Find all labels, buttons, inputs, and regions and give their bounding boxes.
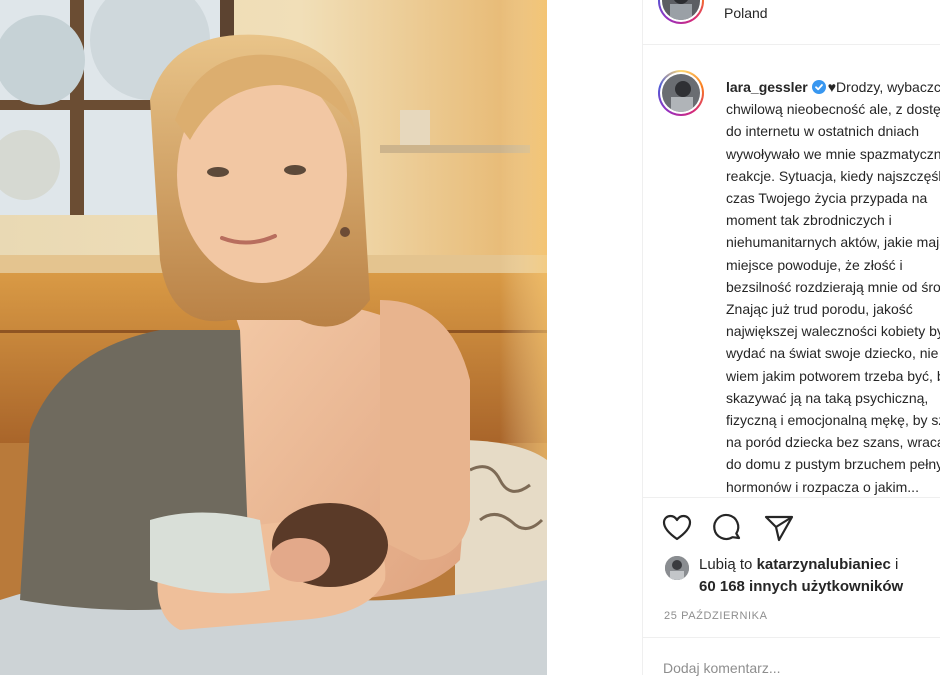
- caption-text-line: ♥Drodzy, wybaczcie: [827, 79, 940, 95]
- share-button[interactable]: [763, 512, 795, 544]
- caption-text-line: hormonów i rozpacza o jakim...: [726, 478, 919, 495]
- comment-icon: [713, 513, 741, 541]
- caption-text-line: moment tak zbrodniczych i: [726, 212, 892, 229]
- caption-text-line: bezsilność rozdzierają mnie od środka.: [726, 278, 940, 295]
- comment-button[interactable]: [712, 512, 744, 544]
- liker-username[interactable]: katarzynalubianiec: [757, 556, 891, 573]
- post-sidebar: Poland lara_gessler ♥Drodzy, wybaczcie ch…: [642, 0, 940, 676]
- likes-count-link[interactable]: 60 168 innych użytkowników: [699, 578, 903, 595]
- share-icon: [764, 515, 794, 542]
- divider: [643, 637, 940, 638]
- post-date[interactable]: 25 PAŹDZIERNIKA: [664, 610, 768, 622]
- like-button[interactable]: [661, 512, 693, 544]
- caption-text-line: Znając już trud porodu, jakość: [726, 301, 913, 318]
- caption-text-line: do domu z pustym brzuchem pełnym: [726, 456, 940, 473]
- divider: [643, 497, 940, 498]
- caption-text-line: skazywać ją na taką psychiczną,: [726, 389, 929, 406]
- photo-gap: [547, 0, 642, 675]
- caption-text-line: czas Twojego życia przypada na: [726, 190, 928, 207]
- header-avatar[interactable]: [658, 0, 704, 24]
- caption-text-line: do internetu w ostatnich dniach: [726, 123, 920, 140]
- caption-username[interactable]: lara_gessler: [726, 79, 808, 95]
- caption-avatar[interactable]: [658, 70, 704, 116]
- profile-photo: [662, 0, 700, 20]
- post-caption: lara_gessler ♥Drodzy, wybaczcie chwilową …: [726, 76, 940, 496]
- caption-text-line: chwilową nieobecność ale, z dostępem: [726, 101, 940, 118]
- caption-text-line: wywoływało we mnie spazmatyczne: [726, 145, 940, 162]
- verified-badge-icon: [811, 78, 826, 94]
- likes-prefix: Lubią to: [699, 556, 753, 573]
- liker-avatar[interactable]: [665, 556, 689, 580]
- post-header: Poland: [643, 0, 940, 45]
- caption-text-line: miejsce powoduje, że złość i: [726, 256, 903, 273]
- profile-photo: [662, 74, 700, 112]
- location-link[interactable]: Poland: [724, 5, 768, 21]
- caption-text-line: fizyczną i emocjonalną mękę, by szła: [726, 412, 940, 429]
- post-photo[interactable]: [0, 0, 547, 675]
- caption-text-line: wydać na świat swoje dziecko, nie: [726, 345, 939, 362]
- likes-conjunction: i: [894, 556, 899, 573]
- heart-icon: [662, 514, 692, 541]
- caption-text-line: niehumanitarnych aktów, jakie mają: [726, 234, 940, 251]
- caption-text-line: na poród dziecka bez szans, wracając: [726, 434, 940, 451]
- post-photo-illustration: [0, 0, 547, 675]
- comment-input[interactable]: [663, 660, 913, 676]
- caption-text-line: największej waleczności kobiety by: [726, 323, 940, 340]
- caption-text-line: reakcje. Sytuacja, kiedy najszczęśliwszy: [726, 167, 940, 184]
- caption-text-line: wiem jakim potworem trzeba być, by: [726, 367, 940, 384]
